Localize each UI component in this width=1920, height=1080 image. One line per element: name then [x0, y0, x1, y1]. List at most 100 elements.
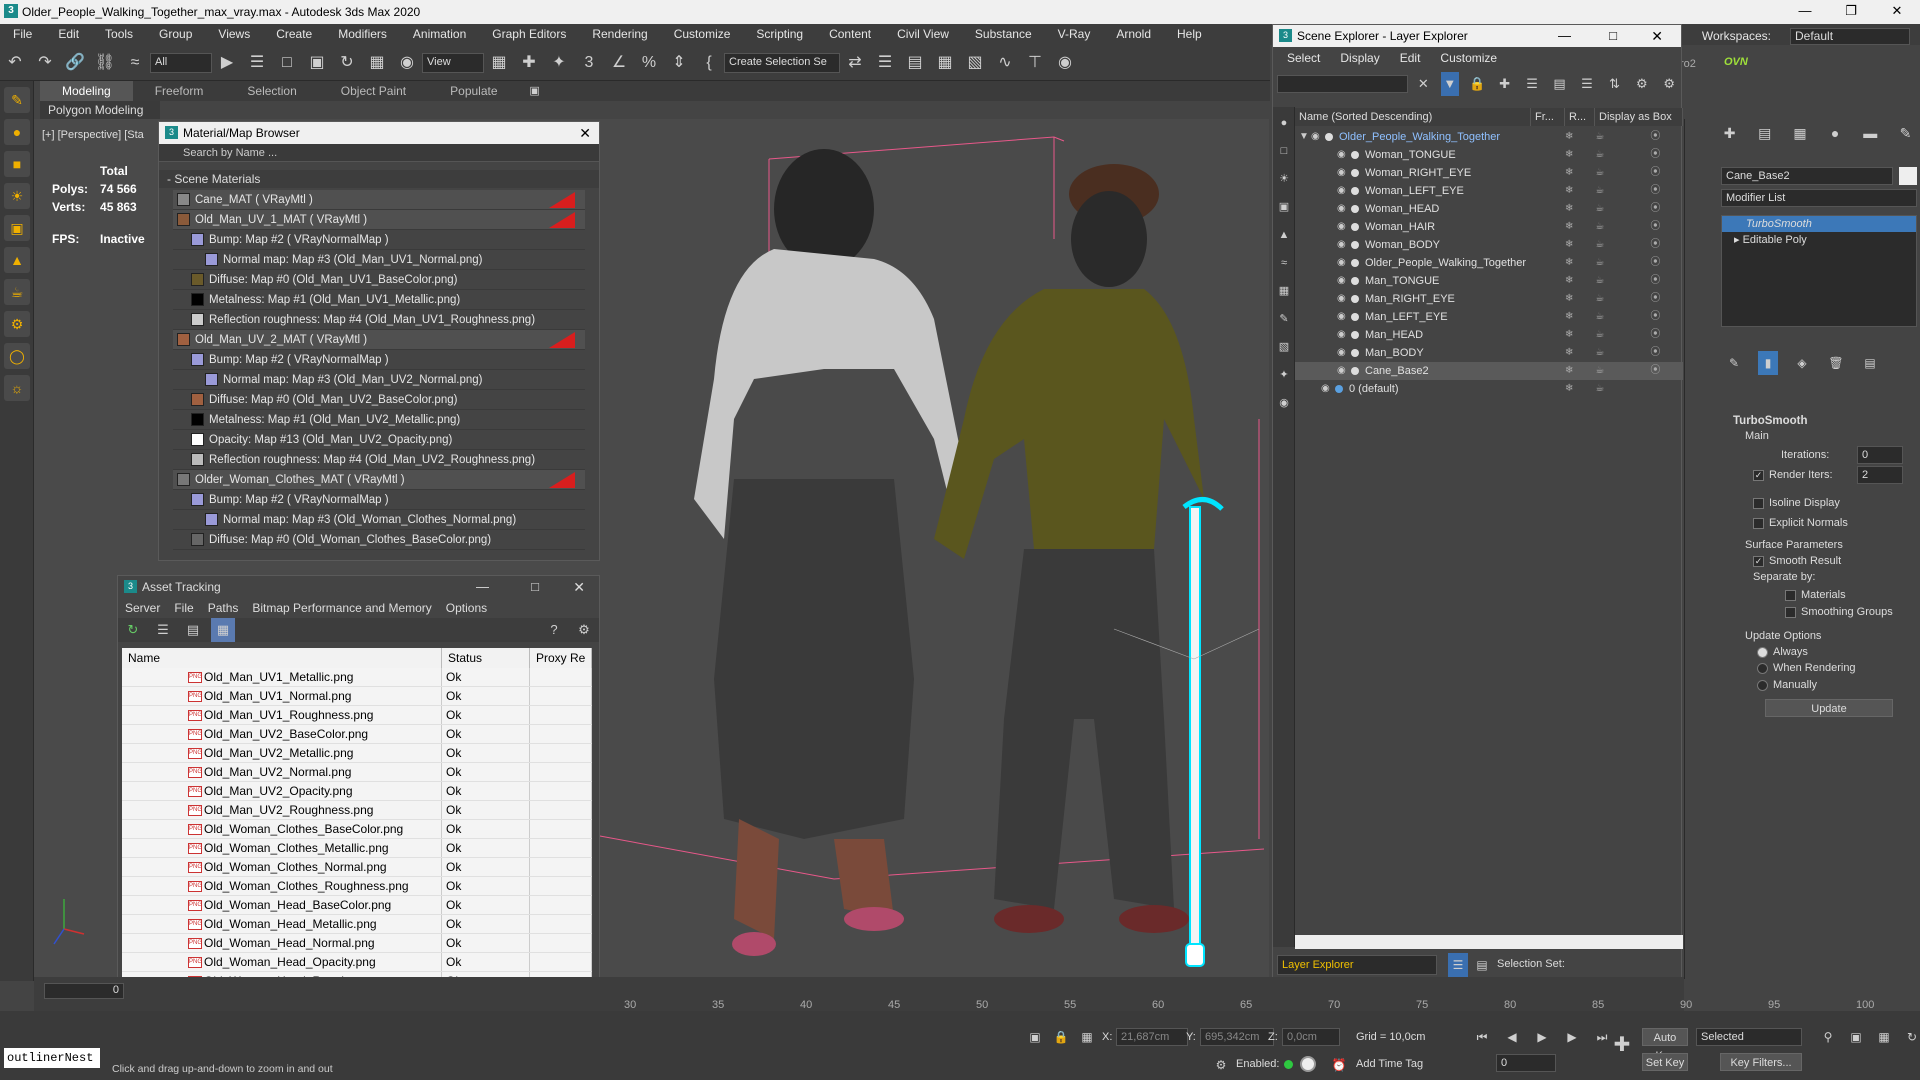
- scale-icon[interactable]: ▦: [365, 51, 389, 75]
- layers-icon[interactable]: ☰: [1523, 72, 1540, 96]
- make-unique-icon[interactable]: ◈: [1792, 351, 1812, 375]
- helpers-filter-icon[interactable]: ▲: [1275, 223, 1293, 247]
- configure-sets-icon[interactable]: ▤: [1860, 351, 1880, 375]
- adaptive-degradation-icon[interactable]: ⚙: [1209, 1053, 1233, 1077]
- freeze-icon[interactable]: ❄: [1565, 185, 1573, 196]
- workspaces-dropdown[interactable]: Default: [1790, 28, 1910, 45]
- table-row[interactable]: PNG Old_Man_UV2_BaseColor.png Ok: [122, 725, 592, 744]
- freeze-icon[interactable]: ❄: [1565, 347, 1573, 358]
- table-row[interactable]: PNG Old_Man_UV2_Opacity.png Ok: [122, 782, 592, 801]
- menu-item-animation[interactable]: Animation: [400, 24, 479, 45]
- always-radio[interactable]: [1757, 646, 1768, 658]
- selection-filter-dropdown[interactable]: All: [150, 52, 212, 73]
- scene-tree-row[interactable]: ◉ 0 (default) ❄ ☕: [1295, 380, 1683, 398]
- render-icon[interactable]: ☕: [1595, 203, 1604, 214]
- visibility-eye-icon[interactable]: ◉: [1311, 128, 1320, 146]
- new-layer-icon[interactable]: ✚: [1496, 72, 1513, 96]
- map-item[interactable]: Diffuse: Map #0 (Old_Man_UV2_BaseColor.p…: [173, 390, 585, 410]
- sort-icon[interactable]: ⇅: [1606, 72, 1623, 96]
- scene-menu-display[interactable]: Display: [1330, 47, 1389, 69]
- freeze-icon[interactable]: ❄: [1565, 275, 1573, 286]
- render-icon[interactable]: ☕: [1595, 383, 1604, 394]
- stack-item-editable-poly[interactable]: ▸ Editable Poly: [1722, 232, 1916, 248]
- visibility-eye-icon[interactable]: ◉: [1337, 200, 1346, 218]
- visibility-eye-icon[interactable]: ◉: [1337, 326, 1346, 344]
- manually-radio[interactable]: [1757, 679, 1768, 691]
- window-crossing-icon[interactable]: ▣: [305, 51, 329, 75]
- map-item[interactable]: Bump: Map #2 ( VRayNormalMap ): [173, 230, 585, 250]
- visibility-eye-icon[interactable]: ◉: [1321, 380, 1330, 398]
- undo-icon[interactable]: ↶: [3, 51, 27, 75]
- visibility-eye-icon[interactable]: ◉: [1337, 254, 1346, 272]
- box-display-icon[interactable]: ⦿: [1650, 257, 1660, 268]
- zoom-extents-icon[interactable]: ▦: [1875, 1025, 1893, 1049]
- render-icon[interactable]: ☕: [1595, 185, 1604, 196]
- ovn-label[interactable]: OVN: [1724, 56, 1748, 68]
- explicit-normals-checkbox[interactable]: [1753, 517, 1764, 529]
- clear-search-icon[interactable]: ✕: [1415, 72, 1431, 96]
- display-tab-icon[interactable]: ▬: [1859, 121, 1882, 145]
- scene-tree-row[interactable]: ▼ ◉ Older_People_Walking_Together ❄ ☕ ⦿: [1295, 128, 1683, 146]
- explorer-type-dropdown[interactable]: Layer Explorer: [1277, 955, 1437, 975]
- geometry-filter-icon[interactable]: ●: [1275, 111, 1293, 135]
- maximize-icon[interactable]: □: [1609, 25, 1617, 47]
- time-tag-icon[interactable]: ⏰: [1327, 1053, 1351, 1077]
- groups-filter-icon[interactable]: ▦: [1275, 279, 1293, 303]
- move-icon[interactable]: ✚: [517, 51, 541, 75]
- select-by-name-icon[interactable]: ☰: [245, 51, 269, 75]
- y-field[interactable]: 695,342cm: [1200, 1028, 1274, 1046]
- col-frozen[interactable]: Fr...: [1531, 108, 1565, 126]
- box-display-icon[interactable]: ⦿: [1650, 329, 1660, 340]
- menu-item-civil-view[interactable]: Civil View: [884, 24, 962, 45]
- set-key-button[interactable]: Set Key: [1642, 1053, 1688, 1071]
- reference-coord-dropdown[interactable]: View: [422, 52, 484, 73]
- box-display-icon[interactable]: ⦿: [1650, 275, 1660, 286]
- scene-tree-row[interactable]: ◉ Man_LEFT_EYE ❄ ☕ ⦿: [1295, 308, 1683, 326]
- render-icon[interactable]: ☕: [1595, 275, 1604, 286]
- select-object-icon[interactable]: ▶: [215, 51, 239, 75]
- map-item[interactable]: Normal map: Map #3 (Old_Man_UV2_Normal.p…: [173, 370, 585, 390]
- material-item[interactable]: Older_Woman_Clothes_MAT ( VRayMtl ): [173, 470, 585, 490]
- lights-filter-icon[interactable]: ☀: [1275, 167, 1293, 191]
- scene-tree-row[interactable]: ◉ Man_RIGHT_EYE ❄ ☕ ⦿: [1295, 290, 1683, 308]
- selected-dropdown[interactable]: Selected: [1696, 1028, 1802, 1046]
- table-row[interactable]: PNG Old_Woman_Head_BaseColor.png Ok: [122, 896, 592, 915]
- filter-icon[interactable]: ▼: [1441, 72, 1459, 96]
- zoom-all-icon[interactable]: ▣: [1847, 1025, 1865, 1049]
- render-icon[interactable]: ☕: [1595, 239, 1604, 250]
- helpers-icon[interactable]: ▲: [4, 247, 30, 273]
- map-item[interactable]: Metalness: Map #1 (Old_Man_UV2_Metallic.…: [173, 410, 585, 430]
- bulb-icon[interactable]: ◯: [4, 343, 30, 369]
- scene-menu-edit[interactable]: Edit: [1390, 47, 1431, 69]
- freeze-icon[interactable]: ❄: [1565, 221, 1573, 232]
- refresh-icon[interactable]: ↻: [121, 618, 145, 642]
- bind-spacewarp-icon[interactable]: ≈: [123, 51, 147, 75]
- isoline-checkbox[interactable]: [1753, 497, 1764, 509]
- mirror-icon[interactable]: ⇄: [843, 51, 867, 75]
- snap-toggle-icon[interactable]: 3: [577, 51, 601, 75]
- menu-item-group[interactable]: Group: [146, 24, 205, 45]
- visibility-eye-icon[interactable]: ◉: [1337, 308, 1346, 326]
- absolute-mode-icon[interactable]: ▦: [1075, 1025, 1099, 1049]
- remove-modifier-icon[interactable]: 🗑: [1826, 351, 1846, 375]
- sphere-icon[interactable]: ●: [4, 119, 30, 145]
- menu-item-modifiers[interactable]: Modifiers: [325, 24, 400, 45]
- render-icon[interactable]: ☕: [1595, 365, 1604, 376]
- containers-filter-icon[interactable]: ▧: [1275, 335, 1293, 359]
- create-icon[interactable]: ✎: [4, 87, 30, 113]
- table-row[interactable]: PNG Old_Man_UV2_Normal.png Ok: [122, 763, 592, 782]
- man-figure[interactable]: [934, 164, 1204, 933]
- map-item[interactable]: Reflection roughness: Map #4 (Old_Man_UV…: [173, 310, 585, 330]
- col-display-as-box[interactable]: Display as Box: [1595, 108, 1683, 126]
- iterations-spinner[interactable]: 0: [1857, 446, 1903, 464]
- scene-tree-row[interactable]: ◉ Man_BODY ❄ ☕ ⦿: [1295, 344, 1683, 362]
- render-icon[interactable]: ☕: [1595, 167, 1604, 178]
- material-editor-icon[interactable]: ◉: [1053, 51, 1077, 75]
- table-row[interactable]: PNG Old_Man_UV2_Metallic.png Ok: [122, 744, 592, 763]
- show-end-result-icon[interactable]: ▮: [1758, 351, 1778, 375]
- box-display-icon[interactable]: ⦿: [1650, 293, 1660, 304]
- percent-snap-icon[interactable]: %: [637, 51, 661, 75]
- ribbon-tab-object-paint[interactable]: Object Paint: [319, 81, 428, 101]
- pivot-icon[interactable]: ▦: [487, 51, 511, 75]
- x-field[interactable]: 21,687cm: [1116, 1028, 1188, 1046]
